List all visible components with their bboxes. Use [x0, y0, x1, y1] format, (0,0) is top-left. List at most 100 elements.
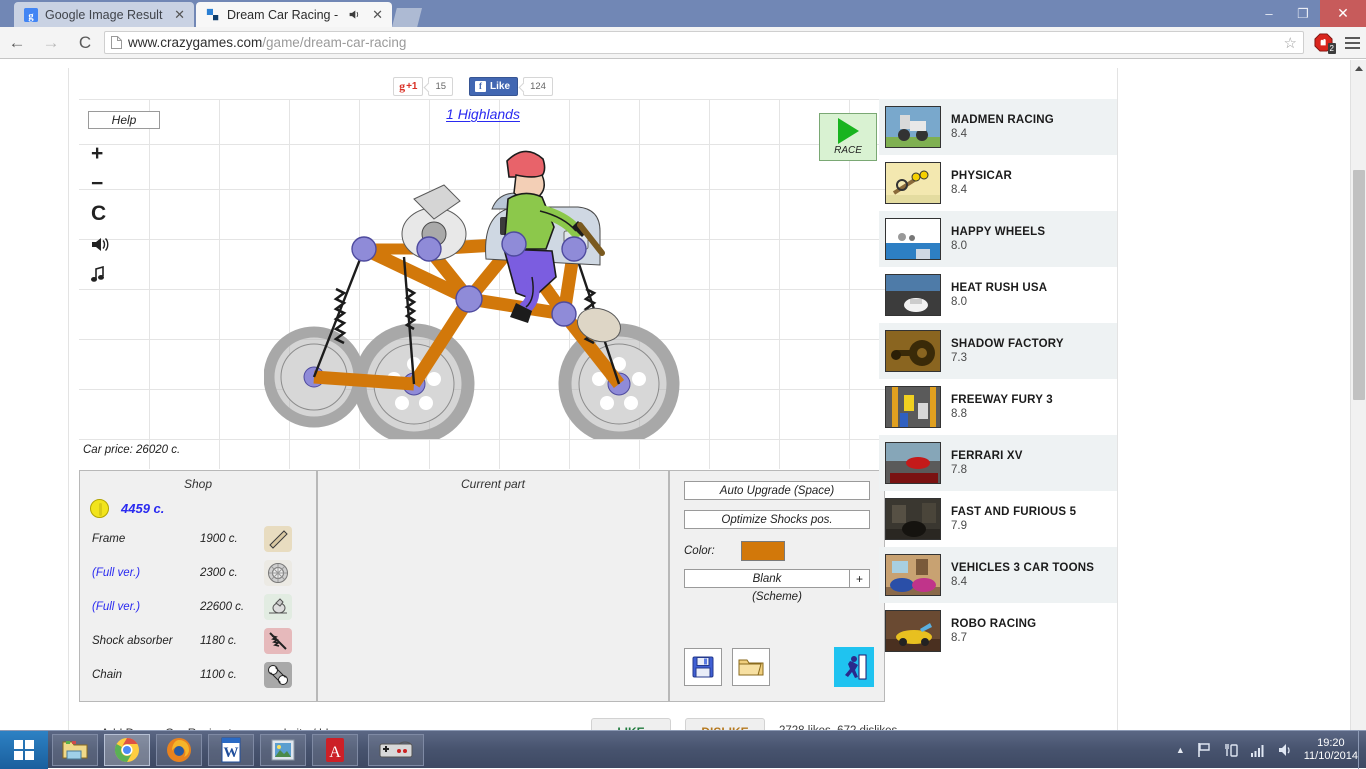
race-button[interactable]: RACE — [819, 113, 877, 161]
shock-icon[interactable] — [264, 628, 292, 654]
music-tool[interactable] — [91, 259, 121, 289]
volume-icon[interactable] — [1277, 742, 1293, 758]
game-rating: 8.4 — [951, 184, 967, 196]
game-name: VEHICLES 3 CAR TOONS — [951, 562, 1095, 574]
game-meta: FERRARI XV 7.8 — [951, 450, 1023, 476]
bookmark-star-icon[interactable]: ☆ — [1284, 34, 1297, 52]
browser-tab-dream-car-racing[interactable]: Dream Car Racing - Pla ✕ — [196, 2, 392, 27]
frame-icon[interactable] — [264, 526, 292, 552]
exit-button[interactable] — [834, 647, 874, 687]
optimize-shocks-button[interactable]: Optimize Shocks pos. — [684, 510, 870, 529]
back-button[interactable]: ← — [0, 27, 34, 59]
list-item[interactable]: PHYSICAR 8.4 — [879, 155, 1117, 211]
browser-toolbar: ← → C www.crazygames.com/game/dream-car-… — [0, 27, 1366, 59]
zoom-out-tool[interactable]: − — [91, 169, 121, 199]
center-tool[interactable]: C — [91, 199, 121, 229]
taskbar-item-acrobat[interactable]: A — [312, 734, 358, 766]
shop-title: Shop — [183, 477, 213, 491]
list-item[interactable]: FAST AND FURIOUS 5 7.9 — [879, 491, 1117, 547]
shop-item-label: (Full ver.) — [92, 601, 141, 613]
game-embed[interactable]: Help + − C 1 Highlands RACE Car price: 2… — [79, 99, 887, 729]
flag-icon[interactable] — [1196, 742, 1212, 758]
related-games-list: MADMEN RACING 8.4 PHYSICAR 8.4 HAPPY WHE… — [879, 99, 1117, 659]
game-name: HAPPY WHEELS — [951, 226, 1046, 238]
maximize-button[interactable]: ❐ — [1286, 0, 1320, 27]
chrome-icon — [114, 738, 139, 762]
firefox-icon — [167, 738, 191, 762]
taskbar-item-firefox[interactable] — [156, 734, 202, 766]
tab-close-icon[interactable]: ✕ — [174, 7, 185, 23]
list-item[interactable]: HEAT RUSH USA 8.0 — [879, 267, 1117, 323]
taskbar-item-explorer[interactable] — [52, 734, 98, 766]
vehicle-drawing[interactable] — [264, 139, 704, 439]
close-window-button[interactable]: ✕ — [1320, 0, 1366, 27]
shop-item-shock-absorber[interactable]: Shock absorber 1180 c. — [80, 624, 316, 658]
scrollbar-thumb[interactable] — [1353, 170, 1365, 400]
address-bar[interactable]: www.crazygames.com/game/dream-car-racing… — [104, 31, 1304, 54]
list-item[interactable]: ROBO RACING 8.7 — [879, 603, 1117, 659]
adblock-extension-button[interactable]: 2 — [1308, 27, 1338, 59]
chain-icon[interactable] — [264, 662, 292, 688]
game-name: FERRARI XV — [951, 450, 1023, 462]
zoom-in-tool[interactable]: + — [91, 139, 121, 169]
auto-upgrade-button[interactable]: Auto Upgrade (Space) — [684, 481, 870, 500]
minimize-button[interactable]: – — [1252, 0, 1286, 27]
game-thumbnail — [885, 442, 941, 484]
dislike-button[interactable]: DISLIKE — [685, 718, 765, 730]
game-rating: 8.8 — [951, 408, 967, 420]
list-item[interactable]: FREEWAY FURY 3 8.8 — [879, 379, 1117, 435]
shop-item-wheel[interactable]: (Full ver.) 2300 c. — [80, 556, 316, 590]
shop-item-frame[interactable]: Frame 1900 c. — [80, 522, 316, 556]
url-text: www.crazygames.com/game/dream-car-racing — [128, 35, 407, 50]
color-swatch[interactable] — [740, 541, 785, 561]
list-item[interactable]: HAPPY WHEELS 8.0 — [879, 211, 1117, 267]
sound-tool[interactable] — [91, 229, 121, 259]
svg-text:A: A — [329, 744, 341, 761]
facebook-like-widget[interactable]: f Like 124 — [469, 76, 553, 96]
taskbar-item-word[interactable]: W — [208, 734, 254, 766]
taskbar-item-emulator[interactable] — [368, 734, 424, 766]
music-note-icon — [91, 265, 104, 282]
show-hidden-icons-button[interactable]: ▲ — [1176, 745, 1185, 755]
scheme-select[interactable]: Blank — [684, 569, 850, 588]
scheme-row: Blank + — [684, 569, 870, 588]
page-scrollbar[interactable] — [1350, 60, 1366, 730]
list-item[interactable]: SHADOW FACTORY 7.3 — [879, 323, 1117, 379]
reload-button[interactable]: C — [68, 27, 102, 59]
facebook-like-button[interactable]: f Like — [469, 76, 519, 96]
taskbar-item-chrome[interactable] — [104, 734, 150, 766]
speaker-icon[interactable] — [348, 8, 361, 21]
tab-close-icon[interactable]: ✕ — [372, 7, 383, 23]
game-canvas[interactable]: Help + − C 1 Highlands RACE Car price: 2… — [79, 99, 887, 469]
taskbar-item-photos[interactable] — [260, 734, 306, 766]
shop-item-chain[interactable]: Chain 1100 c. — [80, 658, 316, 692]
shop-item-engine[interactable]: (Full ver.) 22600 c. — [80, 590, 316, 624]
chrome-menu-button[interactable] — [1338, 27, 1366, 59]
taskbar-clock[interactable]: 19:20 11/10/2014 — [1304, 737, 1358, 763]
facebook-like-label: Like — [490, 80, 511, 92]
load-button[interactable] — [732, 648, 770, 686]
like-button[interactable]: LIKE — [591, 718, 671, 730]
new-tab-button[interactable] — [392, 8, 422, 27]
facebook-like-count[interactable]: 124 — [523, 76, 553, 96]
coin-icon — [90, 499, 109, 518]
game-rating: 8.4 — [951, 128, 967, 140]
current-part-title: Current part — [460, 477, 526, 491]
save-button[interactable] — [684, 648, 722, 686]
start-button[interactable] — [0, 731, 48, 769]
show-desktop-button[interactable] — [1358, 731, 1366, 769]
wheel-icon[interactable] — [264, 560, 292, 586]
network-icon[interactable] — [1223, 742, 1239, 758]
browser-tab-google-image-result[interactable]: g Google Image Result for ✕ — [14, 2, 194, 27]
list-item[interactable]: MADMEN RACING 8.4 — [879, 99, 1117, 155]
gplus-count[interactable]: 15 — [428, 76, 454, 96]
scrollbar-up-button[interactable] — [1351, 60, 1366, 77]
gplus-button[interactable]: g +1 — [393, 76, 424, 96]
scheme-add-button[interactable]: + — [850, 569, 870, 588]
google-plus-one-widget[interactable]: g +1 15 — [393, 76, 454, 96]
forward-button[interactable]: → — [34, 27, 68, 59]
signal-icon[interactable] — [1250, 742, 1266, 758]
list-item[interactable]: VEHICLES 3 CAR TOONS 8.4 — [879, 547, 1117, 603]
list-item[interactable]: FERRARI XV 7.8 — [879, 435, 1117, 491]
engine-icon[interactable] — [264, 594, 292, 620]
